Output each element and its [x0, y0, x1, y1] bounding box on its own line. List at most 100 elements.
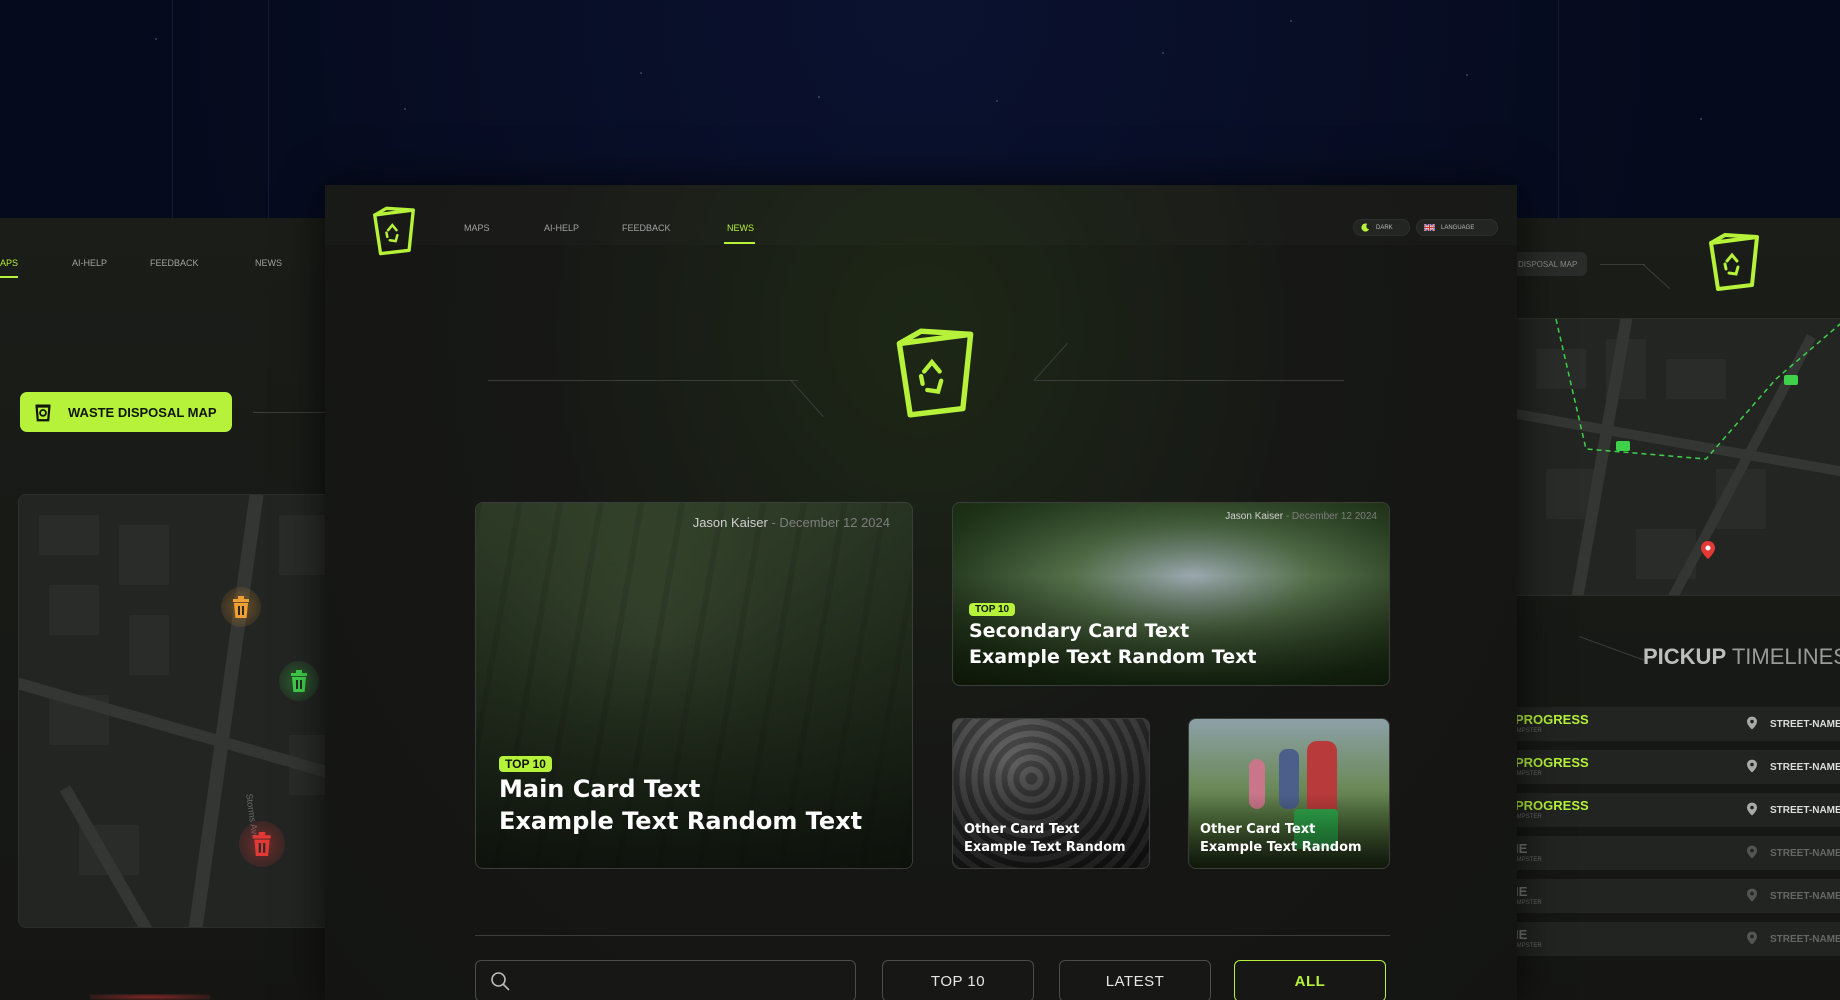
red-glow	[90, 994, 210, 1000]
hero-line-left	[488, 380, 798, 381]
timeline-row[interactable]: IE IMPSTER STREET-NAME 2	[1515, 879, 1840, 913]
map-block	[119, 525, 169, 585]
map-block	[279, 515, 329, 575]
location-pin-icon	[1747, 845, 1757, 859]
language-selector[interactable]: LANGUAGE	[1416, 219, 1498, 236]
nav-ai-help[interactable]: AI-HELP	[544, 223, 579, 233]
news-card-other-1[interactable]: Other Card Text Example Text Random	[952, 718, 1150, 869]
card-title: Secondary Card Text Example Text Random …	[969, 619, 1256, 670]
divider-line	[253, 412, 333, 413]
timeline-sub: IMPSTER	[1515, 943, 1542, 949]
truck-icon[interactable]	[1784, 375, 1798, 385]
timeline-row[interactable]: PROGRESS IMPSTER STREET-NAME 2	[1515, 750, 1840, 784]
timeline-street: STREET-NAME 2	[1770, 804, 1840, 816]
moon-icon	[1361, 223, 1370, 232]
left-nav-maps[interactable]: APS	[0, 258, 18, 268]
timeline-row[interactable]: IE IMPSTER STREET-NAME 2	[1515, 922, 1840, 956]
timeline-row[interactable]: IE IMPSTER STREET-NAME 2	[1515, 836, 1840, 870]
timeline-status: PROGRESS	[1515, 798, 1589, 813]
section-divider	[475, 935, 1390, 936]
star	[1700, 118, 1702, 120]
pickup-route	[1555, 319, 1840, 460]
card-title: Other Card Text Example Text Random	[964, 821, 1126, 856]
disposal-map-badge-label: DISPOSAL MAP	[1518, 259, 1578, 269]
truck-icon[interactable]	[1616, 441, 1630, 451]
left-panel: APS AI-HELP FEEDBACK NEWS WASTE DISPOSAL…	[0, 218, 348, 1000]
trash-icon	[35, 404, 51, 422]
search-input[interactable]	[520, 973, 855, 989]
timeline-sub: IMPSTER	[1515, 814, 1542, 820]
card-title-line1: Other Card Text	[964, 822, 1080, 837]
timeline-street: STREET-NAME 2	[1770, 847, 1840, 859]
timeline-street: STREET-NAME 2	[1770, 890, 1840, 902]
timeline-street: STREET-NAME 2	[1770, 718, 1840, 730]
title-light: TIMELINES	[1731, 644, 1840, 669]
map-block	[129, 615, 169, 675]
nav-feedback[interactable]: FEEDBACK	[622, 223, 671, 233]
bg-line	[172, 0, 173, 220]
star	[1466, 74, 1468, 76]
recycle-bin-logo	[1709, 233, 1759, 291]
news-card-secondary[interactable]: Jason Kaiser - December 12 2024 TOP 10 S…	[952, 502, 1390, 686]
card-date: - December 12 2024	[1285, 511, 1377, 522]
pickup-timelines-title: PICKUP TIMELINES	[1643, 644, 1840, 670]
filter-latest-button[interactable]: LATEST	[1059, 960, 1211, 1000]
location-pin-icon[interactable]	[1701, 541, 1715, 559]
timeline-sub: IMPSTER	[1515, 771, 1542, 777]
card-author: Jason Kaiser	[692, 515, 768, 530]
bin-marker-orange[interactable]	[221, 587, 261, 627]
timeline-street: STREET-NAME 2	[1770, 933, 1840, 945]
star	[996, 100, 998, 102]
canvas: APS AI-HELP FEEDBACK NEWS WASTE DISPOSAL…	[0, 0, 1840, 1000]
main-panel: MAPS AI-HELP FEEDBACK NEWS DARK LANGUAGE…	[325, 185, 1517, 1000]
news-card-other-2[interactable]: Other Card Text Example Text Random	[1188, 718, 1390, 869]
filter-top10-button[interactable]: TOP 10	[882, 960, 1034, 1000]
timeline-status: PROGRESS	[1515, 755, 1589, 770]
recycle-bin-hero-icon	[896, 328, 974, 418]
news-card-main[interactable]: Jason Kaiser - December 12 2024 TOP 10 M…	[475, 502, 913, 869]
timeline-sub: IMPSTER	[1515, 728, 1542, 734]
bin-marker-red[interactable]	[239, 821, 285, 867]
timeline-row[interactable]: PROGRESS IMPSTER STREET-NAME 2	[1515, 793, 1840, 827]
hero-line-right-angle	[1033, 343, 1068, 381]
search-field[interactable]	[475, 960, 856, 1000]
trash-icon	[291, 670, 307, 692]
left-nav-ai-help[interactable]: AI-HELP	[72, 258, 107, 268]
star	[1162, 52, 1164, 54]
location-pin-icon	[1747, 802, 1757, 816]
timeline-sub: IMPSTER	[1515, 900, 1542, 906]
left-nav-feedback[interactable]: FEEDBACK	[150, 258, 199, 268]
location-pin-icon	[1747, 716, 1757, 730]
star	[404, 108, 406, 110]
filter-all-button[interactable]: ALL	[1234, 960, 1386, 1000]
divider-line	[1642, 264, 1671, 289]
nav-active-underline	[724, 242, 755, 244]
left-map[interactable]: Storms Ave	[18, 494, 348, 928]
waste-disposal-map-label: WASTE DISPOSAL MAP	[68, 404, 217, 420]
left-nav-news[interactable]: NEWS	[255, 258, 282, 268]
map-block	[49, 585, 99, 635]
star	[155, 38, 157, 40]
bin-marker-green[interactable]	[279, 661, 319, 701]
star	[818, 96, 820, 98]
location-pin-icon	[1747, 931, 1757, 945]
bg-line	[268, 0, 269, 220]
nav-maps[interactable]: MAPS	[464, 223, 490, 233]
card-title-line2: Example Text Random	[1200, 839, 1362, 855]
recycle-bin-logo[interactable]	[369, 205, 419, 257]
top-navbar	[325, 185, 1517, 245]
top10-tag: TOP 10	[969, 603, 1016, 616]
theme-label: DARK	[1376, 224, 1393, 231]
location-pin-icon	[1747, 759, 1757, 773]
waste-disposal-map-button[interactable]: WASTE DISPOSAL MAP	[20, 392, 232, 432]
right-map[interactable]	[1515, 318, 1840, 596]
timeline-row[interactable]: PROGRESS IMPSTER STREET-NAME 2	[1515, 707, 1840, 741]
divider-line	[1600, 264, 1645, 265]
card-title-line1: Other Card Text	[1200, 822, 1316, 837]
divider-line	[1579, 636, 1646, 661]
star	[640, 72, 642, 74]
disposal-map-badge[interactable]: DISPOSAL MAP	[1515, 252, 1587, 276]
nav-news[interactable]: NEWS	[727, 223, 754, 233]
theme-toggle[interactable]: DARK	[1353, 219, 1410, 236]
hero-line-left-angle	[789, 379, 824, 417]
